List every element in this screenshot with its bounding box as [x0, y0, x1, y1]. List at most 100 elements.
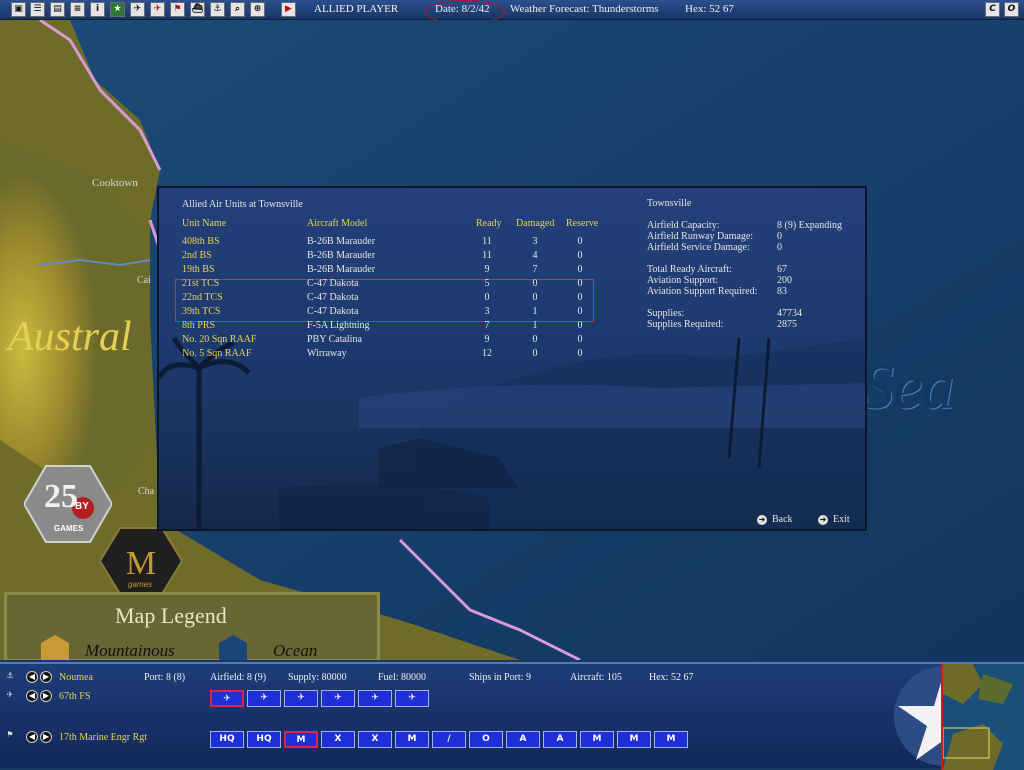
col-header-unit-name[interactable]: Unit Name	[182, 218, 226, 229]
fighter-icon[interactable]: ✈	[210, 690, 244, 707]
ground-unit-button[interactable]: M	[580, 731, 614, 748]
star-icon[interactable]: ★	[110, 2, 125, 17]
end-turn-icon[interactable]: ▶	[281, 2, 296, 17]
air-unit-name[interactable]: 67th FS	[59, 691, 90, 702]
ground-unit-name[interactable]: 17th Marine Engr Rgt	[59, 732, 147, 743]
document-icon[interactable]: ☰	[30, 2, 45, 17]
unit-name-cell[interactable]: 39th TCS	[182, 306, 220, 317]
info-icon[interactable]: i	[90, 2, 105, 17]
ground-unit-button[interactable]: A	[543, 731, 577, 748]
bomber-icon[interactable]: ✈	[247, 690, 281, 707]
transport-plane-icon[interactable]: ✈	[395, 690, 429, 707]
next-base-button[interactable]: ▶	[40, 671, 52, 683]
stat-value: 83	[777, 286, 787, 297]
coral-sea-label: Sea	[862, 351, 955, 422]
legend-ocean-label: Ocean	[273, 641, 318, 660]
mini-map[interactable]	[941, 664, 1024, 770]
arrow-right-icon: ➜	[757, 514, 767, 525]
ground-unit-button[interactable]: M	[617, 731, 651, 748]
ready-cell: 11	[482, 236, 492, 247]
damaged-cell: 0	[532, 292, 538, 303]
ships-in-port-label: Ships in Port: 9	[469, 672, 531, 683]
prev-base-button[interactable]: ◀	[26, 671, 38, 683]
ready-cell: 3	[484, 306, 490, 317]
ships-icon[interactable]: ⚓	[210, 2, 225, 17]
fuel-label: Fuel: 80000	[378, 672, 427, 683]
stat-value: 200	[777, 275, 792, 286]
unit-name-cell[interactable]: No. 5 Sqn RAAF	[182, 348, 251, 359]
stat-value: 67	[777, 264, 787, 275]
stat-value: 2875	[777, 319, 797, 330]
stat-label: Supplies Required:	[647, 319, 724, 330]
target-icon[interactable]: ⊕	[250, 2, 265, 17]
damaged-cell: 3	[532, 236, 538, 247]
air-units-panel: Allied Air Units at Townsville Unit Name…	[157, 186, 867, 531]
col-header-ready[interactable]: Ready	[476, 218, 502, 229]
ground-unit-button[interactable]: HQ	[247, 731, 281, 748]
plane-group-icon[interactable]: ✈	[130, 2, 145, 17]
ground-unit-button[interactable]: M	[395, 731, 429, 748]
cairns-label: Cai	[137, 275, 151, 286]
ground-unit-button[interactable]: A	[506, 731, 540, 748]
unit-name-cell[interactable]: 21st TCS	[182, 278, 219, 289]
patrol-plane-icon[interactable]: ✈	[358, 690, 392, 707]
four-engine-bomber-icon[interactable]: ✈	[321, 690, 355, 707]
close-c-button[interactable]: C	[985, 2, 1000, 17]
prev-air-unit-button[interactable]: ◀	[26, 690, 38, 702]
save-icon[interactable]: ▣	[11, 2, 26, 17]
back-button[interactable]: ➜ Back	[757, 514, 793, 525]
aircraft-model-cell: Wirraway	[307, 348, 347, 359]
bottom-info-bar: ⚓ ◀ ▶ Noumea Port: 8 (8) Airfield: 8 (9)…	[0, 662, 1024, 770]
airfield-size-label: Airfield: 8 (9)	[210, 672, 267, 683]
supply-label: Supply: 80000	[288, 672, 347, 683]
aircraft-model-cell: C-47 Dakota	[307, 278, 359, 289]
reserve-cell: 0	[577, 348, 583, 359]
prev-ground-unit-button[interactable]: ◀	[26, 731, 38, 743]
magnifier-icon[interactable]: ⌕	[230, 2, 245, 17]
unit-name-cell[interactable]: 408th BS	[182, 236, 220, 247]
ground-unit-button[interactable]: X	[321, 731, 355, 748]
ship-icon[interactable]: ⛴	[190, 2, 205, 17]
ready-cell: 12	[482, 348, 492, 359]
player-label: ALLIED PLAYER	[314, 3, 399, 15]
next-air-unit-button[interactable]: ▶	[40, 690, 52, 702]
ground-unit-button[interactable]: M	[284, 731, 318, 748]
stat-value: 8 (9) Expanding	[777, 220, 842, 231]
aircraft-model-cell: F-5A Lightning	[307, 320, 370, 331]
stat-value: 0	[777, 231, 782, 242]
options-o-button[interactable]: O	[1004, 2, 1019, 17]
flag-icon[interactable]: ⚑	[170, 2, 185, 17]
cooktown-label: Cooktown	[92, 177, 138, 189]
unit-name-cell[interactable]: No. 20 Sqn RAAF	[182, 334, 256, 345]
damaged-cell: 1	[532, 320, 538, 331]
ground-unit-button[interactable]: O	[469, 731, 503, 748]
next-ground-unit-button[interactable]: ▶	[40, 731, 52, 743]
stat-label: Supplies:	[647, 308, 685, 319]
unit-name-cell[interactable]: 2nd BS	[182, 250, 212, 261]
base-name-label[interactable]: Noumea	[59, 672, 93, 683]
ground-unit-button[interactable]: X	[358, 731, 392, 748]
port-size-label: Port: 8 (8)	[144, 672, 186, 683]
reserve-cell: 0	[577, 278, 583, 289]
col-header-damaged[interactable]: Damaged	[516, 218, 554, 229]
ground-unit-button[interactable]: M	[654, 731, 688, 748]
stat-label: Airfield Service Damage:	[647, 242, 750, 253]
col-header-aircraft-model[interactable]: Aircraft Model	[307, 218, 367, 229]
plane-red-icon[interactable]: ✈	[150, 2, 165, 17]
list-icon[interactable]: ≡	[70, 2, 85, 17]
svg-text:M: M	[126, 545, 156, 582]
col-header-reserve[interactable]: Reserve	[566, 218, 598, 229]
ground-unit-button[interactable]: /	[432, 731, 466, 748]
reserve-cell: 0	[577, 264, 583, 275]
heavy-bomber-icon[interactable]: ✈	[284, 690, 318, 707]
base-name: Townsville	[647, 198, 692, 209]
unit-name-cell[interactable]: 22nd TCS	[182, 292, 223, 303]
anchor-icon: ⚓	[6, 671, 14, 680]
aircraft-count-label: Aircraft: 105	[570, 672, 622, 683]
unit-name-cell[interactable]: 8th PRS	[182, 320, 215, 331]
ledger-icon[interactable]: ▤	[50, 2, 65, 17]
exit-button[interactable]: ➜ Exit	[818, 514, 850, 525]
ground-unit-button[interactable]: HQ	[210, 731, 244, 748]
panel-title: Allied Air Units at Townsville	[182, 199, 303, 210]
unit-name-cell[interactable]: 19th BS	[182, 264, 215, 275]
